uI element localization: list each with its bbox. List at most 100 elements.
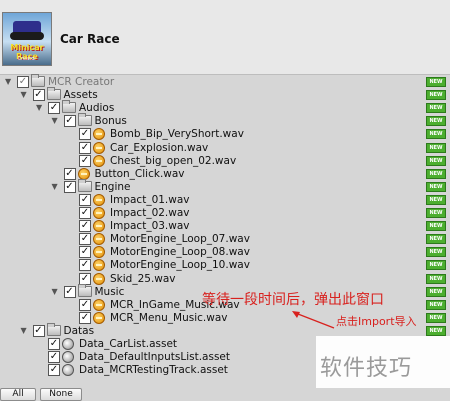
new-badge: NEW	[426, 142, 446, 153]
audio-file-icon	[93, 141, 105, 154]
new-badge: NEW	[426, 90, 446, 101]
expand-arrow-icon[interactable]: ▼	[5, 77, 13, 87]
audio-file-icon	[93, 207, 105, 219]
tree-row[interactable]: ▼ ✓ Engine NEW	[0, 178, 450, 194]
new-badge: NEW	[426, 116, 446, 127]
tree-row-label: Engine	[94, 180, 131, 193]
truck-graphic	[10, 21, 44, 40]
include-checkbox[interactable]: ✓	[79, 233, 91, 246]
tree-row[interactable]: ✓ Bomb_Bip_VeryShort.wav NEW	[0, 128, 450, 141]
expand-arrow-icon[interactable]: ▼	[52, 182, 60, 192]
include-checkbox[interactable]: ✓	[79, 141, 91, 154]
folder-icon	[31, 74, 45, 87]
include-checkbox[interactable]: ✓	[79, 128, 91, 141]
annotation-sub-text: 点击Import导入	[336, 315, 417, 328]
watermark-text: 软件技巧	[320, 356, 413, 381]
package-title: Car Race	[60, 32, 120, 46]
tree-row[interactable]: ✓ Skid_25.wav NEW	[0, 272, 450, 286]
package-thumbnail: Minicar Race Creator	[2, 12, 52, 66]
include-checkbox[interactable]: ✓	[79, 259, 91, 272]
folder-icon	[77, 113, 92, 127]
select-all-button[interactable]: All	[0, 388, 36, 401]
tree-row[interactable]: ▼ ✓ Audios NEW	[0, 100, 450, 115]
expand-arrow-icon[interactable]: ▼	[52, 116, 60, 126]
tree-row[interactable]: ▼ ✓ MCR Creator NEW	[0, 74, 450, 89]
include-checkbox[interactable]: ✓	[32, 89, 45, 102]
include-checkbox[interactable]: ✓	[79, 193, 91, 206]
audio-file-icon	[93, 233, 105, 246]
tree-row-label: MotorEngine_Loop_10.wav	[110, 259, 250, 272]
annotation-main-text: 等待一段时间后，弹出此窗口	[202, 292, 384, 308]
tree-row-label: Data_DefaultInputsList.asset	[79, 351, 230, 364]
new-badge: NEW	[426, 129, 446, 140]
audio-file-icon	[93, 193, 105, 206]
expand-arrow-icon[interactable]: ▼	[21, 90, 29, 100]
include-checkbox[interactable]: ✓	[32, 324, 45, 337]
tree-row-label: Music	[94, 285, 125, 298]
expand-arrow-icon[interactable]: ▼	[52, 287, 60, 297]
expand-arrow-icon[interactable]: ▼	[36, 103, 44, 113]
new-badge: NEW	[426, 299, 446, 310]
tree-row[interactable]: ✓ Car_Explosion.wav NEW	[0, 141, 450, 155]
tree-row[interactable]: ✓ MotorEngine_Loop_07.wav NEW	[0, 233, 450, 246]
audio-file-icon	[93, 246, 105, 259]
select-none-button[interactable]: None	[40, 388, 82, 401]
asset-file-icon	[62, 364, 74, 377]
tree-row[interactable]: ✓ Chest_big_open_02.wav NEW	[0, 154, 450, 168]
include-checkbox[interactable]: ✓	[79, 207, 91, 219]
new-badge: NEW	[426, 194, 446, 205]
tree-row-label: Impact_01.wav	[110, 193, 190, 206]
new-badge: NEW	[426, 234, 446, 245]
tree-row-label: Datas	[63, 324, 95, 337]
include-checkbox[interactable]: ✓	[17, 76, 29, 88]
tree-row[interactable]: ✓ MotorEngine_Loop_10.wav NEW	[0, 259, 450, 272]
new-badge: NEW	[426, 168, 446, 179]
new-badge: NEW	[426, 325, 446, 336]
audio-file-icon	[93, 311, 105, 324]
audio-file-icon	[93, 298, 105, 311]
folder-icon	[46, 322, 61, 336]
asset-file-icon	[62, 351, 74, 364]
include-checkbox[interactable]: ✓	[79, 298, 91, 311]
tree-row[interactable]: ✓ MotorEngine_Loop_08.wav NEW	[0, 246, 450, 259]
tree-row[interactable]: ▼ ✓ Bonus NEW	[0, 113, 450, 128]
include-checkbox[interactable]: ✓	[63, 167, 76, 180]
folder-icon	[77, 178, 92, 192]
new-badge: NEW	[426, 155, 446, 166]
include-checkbox[interactable]: ✓	[48, 338, 60, 350]
tree-row[interactable]: ✓ Impact_02.wav NEW	[0, 207, 450, 220]
audio-file-icon	[93, 272, 105, 285]
thumbnail-logo-subtext: Creator	[17, 56, 37, 62]
tree-row-label: Impact_02.wav	[110, 207, 190, 219]
tree-row[interactable]: ✓ Impact_03.wav NEW	[0, 220, 450, 233]
footer-bar: All None	[0, 388, 450, 401]
include-checkbox[interactable]: ✓	[79, 220, 91, 233]
audio-file-icon	[93, 259, 105, 272]
include-checkbox[interactable]: ✓	[48, 351, 60, 364]
include-checkbox[interactable]: ✓	[79, 154, 91, 167]
include-checkbox[interactable]: ✓	[63, 115, 76, 128]
tree-row[interactable]: ✓ Impact_01.wav NEW	[0, 193, 450, 207]
expand-arrow-icon[interactable]: ▼	[21, 326, 29, 336]
new-badge: NEW	[426, 181, 446, 192]
include-checkbox[interactable]: ✓	[63, 180, 76, 193]
include-checkbox[interactable]: ✓	[63, 285, 76, 298]
include-checkbox[interactable]: ✓	[48, 102, 60, 115]
tree-row-label: MCR_Menu_Music.wav	[110, 311, 228, 324]
new-badge: NEW	[426, 221, 446, 232]
tree-row[interactable]: ✓ Button_Click.wav NEW	[0, 167, 450, 181]
tree-row-label: Bonus	[94, 115, 127, 128]
audio-file-icon	[93, 220, 105, 233]
new-badge: NEW	[426, 273, 446, 284]
include-checkbox[interactable]: ✓	[79, 246, 91, 259]
include-checkbox[interactable]: ✓	[79, 311, 91, 324]
audio-file-icon	[93, 154, 105, 167]
folder-icon	[77, 283, 92, 297]
tree-row-label: Bomb_Bip_VeryShort.wav	[110, 128, 244, 141]
new-badge: NEW	[426, 286, 446, 297]
tree-row-label: Data_MCRTestingTrack.asset	[79, 364, 228, 377]
asset-file-icon	[62, 338, 74, 350]
package-header: Minicar Race Creator Car Race	[0, 0, 450, 75]
tree-row-label: Car_Explosion.wav	[110, 141, 209, 154]
include-checkbox[interactable]: ✓	[48, 364, 60, 377]
